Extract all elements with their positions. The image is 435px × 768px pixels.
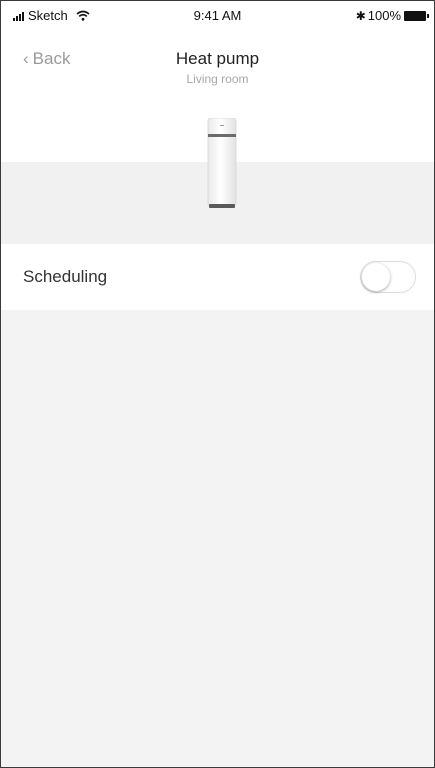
page-title: Heat pump <box>175 49 260 68</box>
status-bar: Sketch 9:41 AM ✱ 100% <box>1 1 434 29</box>
page-subtitle: Living room <box>186 72 249 86</box>
battery-icon <box>404 10 429 21</box>
battery-percent: 100% <box>367 8 401 23</box>
status-right: ✱ 100% <box>355 8 429 23</box>
heat-pump-image <box>207 118 237 208</box>
scheduling-row: Scheduling <box>1 244 434 310</box>
scheduling-label: Scheduling <box>23 267 108 286</box>
app-screen: Sketch 9:41 AM ✱ 100% ‹ Back Heat pump L… <box>0 0 435 768</box>
scheduling-toggle[interactable] <box>360 261 416 293</box>
bluetooth-icon: ✱ <box>355 8 366 23</box>
toggle-knob <box>362 263 390 291</box>
